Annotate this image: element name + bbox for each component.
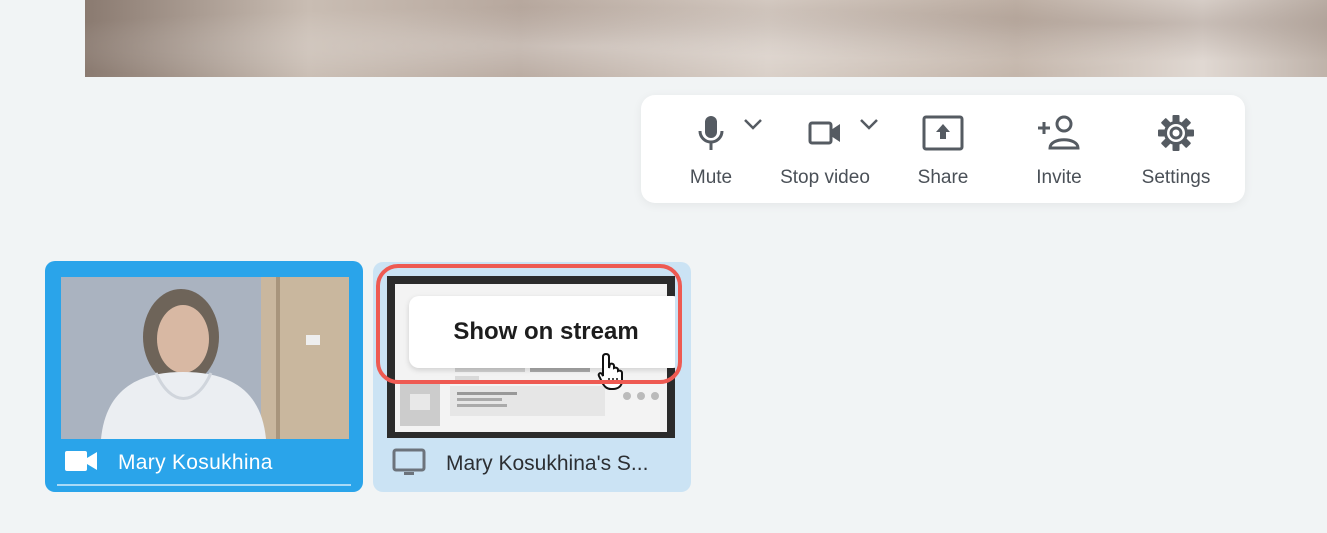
mute-label: Mute xyxy=(689,167,733,188)
video-camera-icon xyxy=(65,451,97,471)
settings-label: Settings xyxy=(1141,167,1211,188)
participant-video xyxy=(61,277,349,439)
share-button[interactable]: Share xyxy=(903,95,983,203)
stop-video-button[interactable]: Stop video xyxy=(775,95,875,203)
microphone-icon xyxy=(698,116,724,150)
share-label: Share xyxy=(917,167,969,188)
call-controls-toolbar: Mute Stop video Share Invite Settings xyxy=(641,95,1245,203)
video-options-chevron-icon[interactable] xyxy=(859,117,879,131)
participant-tile-camera[interactable]: Mary Kosukhina xyxy=(45,261,363,492)
invite-label: Invite xyxy=(1036,167,1082,188)
participant-video-frame xyxy=(61,277,349,439)
stop-video-label: Stop video xyxy=(780,167,870,188)
active-indicator xyxy=(57,484,351,486)
screen-share-name: Mary Kosukhina's S... xyxy=(446,452,649,475)
mute-button[interactable]: Mute xyxy=(671,95,751,203)
participant-name: Mary Kosukhina xyxy=(118,451,273,474)
invite-button[interactable]: Invite xyxy=(1019,95,1099,203)
gear-icon xyxy=(1158,115,1194,151)
share-screen-icon xyxy=(922,115,964,151)
settings-button[interactable]: Settings xyxy=(1131,95,1221,203)
video-camera-icon xyxy=(808,121,840,145)
highlight-ring xyxy=(376,264,682,384)
mute-options-chevron-icon[interactable] xyxy=(743,117,763,131)
main-video-feed xyxy=(85,0,1327,77)
monitor-icon xyxy=(392,448,426,475)
add-person-icon xyxy=(1038,115,1080,150)
